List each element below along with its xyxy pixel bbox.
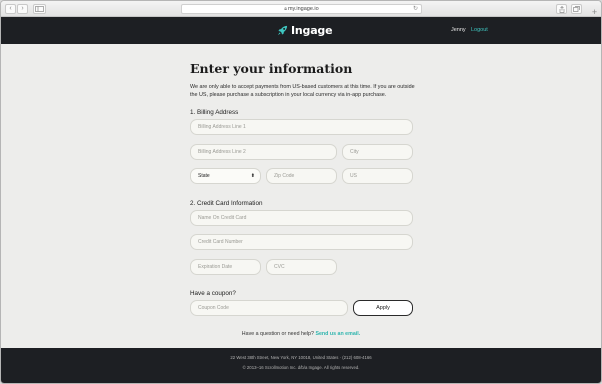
cvc-input[interactable]: CVC [266, 259, 337, 275]
apply-button[interactable]: Apply [353, 300, 413, 316]
url-text: my.ingage.io [287, 6, 319, 12]
site-footer: 22 West 38th Street, New York, NY 10018,… [1, 348, 601, 383]
billing-section-label: 1. Billing Address [190, 109, 239, 116]
coupon-section-label: Have a coupon? [190, 290, 236, 297]
state-value: State [198, 173, 210, 179]
logo-text: Ingage [291, 23, 333, 37]
browser-window: ‹ › 🔒︎my.ingage.io ↻ + Ingage Jenny Logo… [0, 0, 602, 384]
help-text: Have a question or need help? Send us an… [1, 331, 601, 337]
chevron-right-icon: › [21, 5, 24, 12]
tabs-icon [573, 6, 580, 12]
expiration-input[interactable]: Expiration Date [190, 259, 261, 275]
forward-button[interactable]: › [17, 4, 28, 14]
user-name[interactable]: Jenny [451, 27, 466, 33]
footer-address: 22 West 38th Street, New York, NY 10018,… [230, 355, 372, 360]
sidebar-icon [35, 6, 44, 12]
site-header: Ingage Jenny Logout [1, 17, 601, 44]
payment-form-page: Enter your information We are only able … [1, 44, 601, 348]
share-button[interactable] [556, 4, 567, 14]
chevron-left-icon: ‹ [9, 5, 12, 12]
coupon-input[interactable]: Coupon Code [190, 300, 348, 316]
page-title: Enter your information [190, 61, 353, 76]
city-input[interactable]: City [342, 144, 413, 160]
email-link[interactable]: Send us an email. [315, 331, 360, 337]
sidebar-button[interactable] [33, 4, 46, 14]
tabs-button[interactable] [571, 4, 582, 14]
card-number-input[interactable]: Credit Card Number [190, 234, 413, 250]
card-section-label: 2. Credit Card Information [190, 200, 263, 207]
billing-line1-input[interactable]: Billing Address Line 1 [190, 119, 413, 135]
share-icon [559, 6, 564, 13]
new-tab-button[interactable]: + [590, 8, 599, 17]
address-bar[interactable]: 🔒︎my.ingage.io ↻ [181, 4, 422, 14]
billing-line2-input[interactable]: Billing Address Line 2 [190, 144, 337, 160]
browser-toolbar: ‹ › 🔒︎my.ingage.io ↻ + [1, 1, 601, 17]
back-button[interactable]: ‹ [5, 4, 16, 14]
logo[interactable]: Ingage [277, 23, 333, 37]
rocket-icon [277, 25, 288, 35]
state-select[interactable]: State ⬍ [190, 168, 261, 184]
plus-icon: + [591, 7, 598, 17]
zip-input[interactable]: Zip Code [266, 168, 337, 184]
payment-notice: We are only able to accept payments from… [190, 84, 415, 98]
country-input[interactable]: US [342, 168, 413, 184]
logout-link[interactable]: Logout [471, 27, 488, 33]
reload-icon[interactable]: ↻ [413, 5, 418, 14]
card-name-input[interactable]: Name On Credit Card [190, 210, 413, 226]
footer-copyright: © 2013–16 Scrollmotion Inc. d/b/a Ingage… [242, 365, 360, 370]
lock-icon: 🔒︎ [284, 6, 287, 12]
help-question: Have a question or need help? [241, 331, 314, 337]
select-arrows-icon: ⬍ [250, 173, 255, 179]
